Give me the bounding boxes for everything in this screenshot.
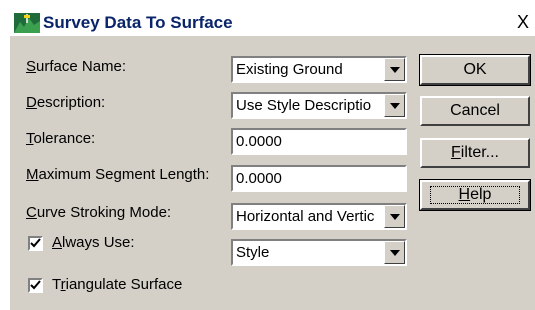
surface-name-dropdown[interactable]: Existing Ground [231, 56, 407, 83]
checkmark-icon [30, 280, 41, 290]
chevron-down-icon[interactable] [384, 94, 405, 117]
help-button[interactable]: Help [419, 179, 531, 211]
always-use-dropdown[interactable]: Style [231, 239, 407, 266]
chevron-down-icon[interactable] [384, 241, 405, 264]
triangulate-surface-label[interactable]: Triangulate Surface [52, 276, 182, 293]
filter-button[interactable]: Filter... [420, 138, 530, 168]
description-label: Description: [26, 94, 106, 111]
survey-data-to-surface-dialog: Survey Data To Surface X Surface Name: E… [10, 10, 535, 310]
always-use-checkbox[interactable] [28, 236, 43, 251]
max-segment-length-label: Maximum Segment Length: [26, 166, 210, 183]
chevron-down-icon[interactable] [384, 205, 405, 228]
survey-surface-icon [14, 13, 40, 33]
title-bar[interactable]: Survey Data To Surface X [10, 10, 535, 36]
checkmark-icon [30, 238, 41, 248]
curve-stroking-mode-dropdown[interactable]: Horizontal and Vertic [231, 203, 407, 230]
always-use-value: Style [236, 244, 270, 261]
chevron-down-icon[interactable] [384, 58, 405, 81]
curve-stroking-mode-label: Curve Stroking Mode: [26, 204, 172, 221]
triangulate-surface-checkbox[interactable] [28, 278, 43, 293]
max-segment-length-input[interactable] [231, 165, 407, 192]
cancel-button[interactable]: Cancel [420, 96, 530, 126]
curve-stroking-mode-value: Horizontal and Vertic [236, 208, 375, 225]
tolerance-label: Tolerance: [26, 130, 96, 147]
window-title: Survey Data To Surface [43, 13, 233, 32]
surface-name-label: Surface Name: [26, 58, 127, 75]
description-dropdown[interactable]: Use Style Descriptio [231, 92, 407, 119]
tolerance-input[interactable] [231, 128, 407, 155]
focus-ring [430, 186, 520, 204]
ok-button[interactable]: OK [419, 54, 531, 86]
description-value: Use Style Descriptio [236, 97, 372, 114]
close-button[interactable]: X [513, 11, 533, 33]
surface-name-value: Existing Ground [236, 61, 343, 78]
always-use-label[interactable]: Always Use: [52, 234, 135, 251]
